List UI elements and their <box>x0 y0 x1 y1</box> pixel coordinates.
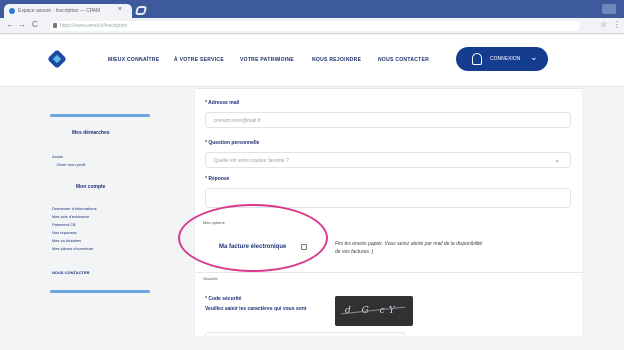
chevron-down-icon: ⌄ <box>530 52 538 62</box>
logo[interactable] <box>47 49 67 69</box>
browser-toolbar: ← → C https://www.ameli.fr/inscription ☆… <box>0 18 624 34</box>
chevron-down-icon: ⌄ <box>554 157 560 164</box>
sidebar-accent-bar <box>50 114 150 117</box>
divider <box>195 88 583 89</box>
captcha-image: d G cY <box>335 296 413 326</box>
reload-icon[interactable]: C <box>32 20 38 29</box>
star-icon[interactable]: ☆ <box>600 20 607 29</box>
nav-link-nous-contacter[interactable]: NOUS CONTACTER <box>378 57 429 63</box>
answer-label: * Réponse <box>205 176 230 182</box>
sidebar-item[interactable]: Paiement CB <box>52 222 76 227</box>
e-invoice-info: Fini les envois papier. Vous serez alert… <box>335 241 483 255</box>
browser-tab-bar: Espace assuré · Inscription — CPAM × <box>0 0 624 18</box>
sidebar-item[interactable]: Mes co-titulaires <box>52 238 81 243</box>
close-tab-icon[interactable]: × <box>118 6 122 13</box>
sidebar-item[interactable]: Mes avis d'échéance <box>52 214 89 219</box>
sidebar-item[interactable]: Demander d'informations <box>52 206 97 211</box>
back-icon[interactable]: ← <box>6 20 14 29</box>
sidebar-item[interactable]: Mes pièces d'ouverture <box>52 246 93 251</box>
new-tab-button[interactable] <box>134 6 148 15</box>
question-value: Quelle est votre couleur favorite ? <box>214 158 289 164</box>
question-select[interactable]: Quelle est votre couleur favorite ? ⌄ <box>205 152 571 168</box>
sidebar: Mes démarches Accès · Gérer mon profil M… <box>42 100 160 332</box>
url-input[interactable]: https://www.ameli.fr/inscription <box>50 21 580 31</box>
nav-link-votre-patrimoine[interactable]: VOTRE PATRIMOINE <box>240 57 294 63</box>
sidebar-section-title: Mon compte <box>76 184 106 190</box>
security-heading: Sécurité <box>203 276 218 281</box>
connect-button[interactable]: CONNEXION ⌄ <box>456 47 548 71</box>
sidebar-contact-link[interactable]: NOUS CONTACTER <box>52 270 89 275</box>
nav-link-a-votre-service[interactable]: À VOTRE SERVICE <box>174 57 224 63</box>
lock-icon <box>53 23 57 28</box>
page-bottom <box>0 336 624 350</box>
connect-label: CONNEXION <box>490 56 521 62</box>
nav-link-mieux-connaitre[interactable]: MIEUX CONNAÎTRE <box>108 57 159 63</box>
email-label: * Adresse mail <box>205 100 240 106</box>
sidebar-item[interactable]: Nos réponses <box>52 230 77 235</box>
code-hint: Veuillez saisir les caractères qui vous … <box>205 306 307 312</box>
divider <box>195 272 583 273</box>
url-text: https://www.ameli.fr/inscription <box>60 23 128 29</box>
email-field[interactable]: prenom.nom@mail.fr <box>205 112 571 128</box>
menu-icon[interactable]: ⋮ <box>613 20 621 29</box>
forward-icon[interactable]: → <box>18 20 26 29</box>
question-label: * Question personnelle <box>205 140 260 146</box>
nav-link-nous-rejoindre[interactable]: NOUS REJOINDRE <box>312 57 361 63</box>
tab-title: Espace assuré · Inscription — CPAM <box>18 8 101 14</box>
sidebar-item-acces[interactable]: Accès <box>52 154 63 159</box>
site-header: MIEUX CONNAÎTRE À VOTRE SERVICE VOTRE PA… <box>0 35 624 87</box>
window-controls[interactable] <box>602 4 616 14</box>
sidebar-item-gerer-profil[interactable]: · Gérer mon profil <box>54 162 85 167</box>
sidebar-accent-bar <box>50 290 150 293</box>
highlight-annotation <box>178 204 328 272</box>
sidebar-section-title: Mes démarches <box>72 130 110 136</box>
favicon-icon <box>9 8 15 14</box>
browser-tab[interactable]: Espace assuré · Inscription — CPAM × <box>4 4 132 18</box>
user-icon <box>472 53 482 65</box>
screen: Espace assuré · Inscription — CPAM × ← →… <box>0 0 624 350</box>
code-label: * Code sécurité <box>205 296 242 302</box>
email-value: prenom.nom@mail.fr <box>214 118 261 124</box>
